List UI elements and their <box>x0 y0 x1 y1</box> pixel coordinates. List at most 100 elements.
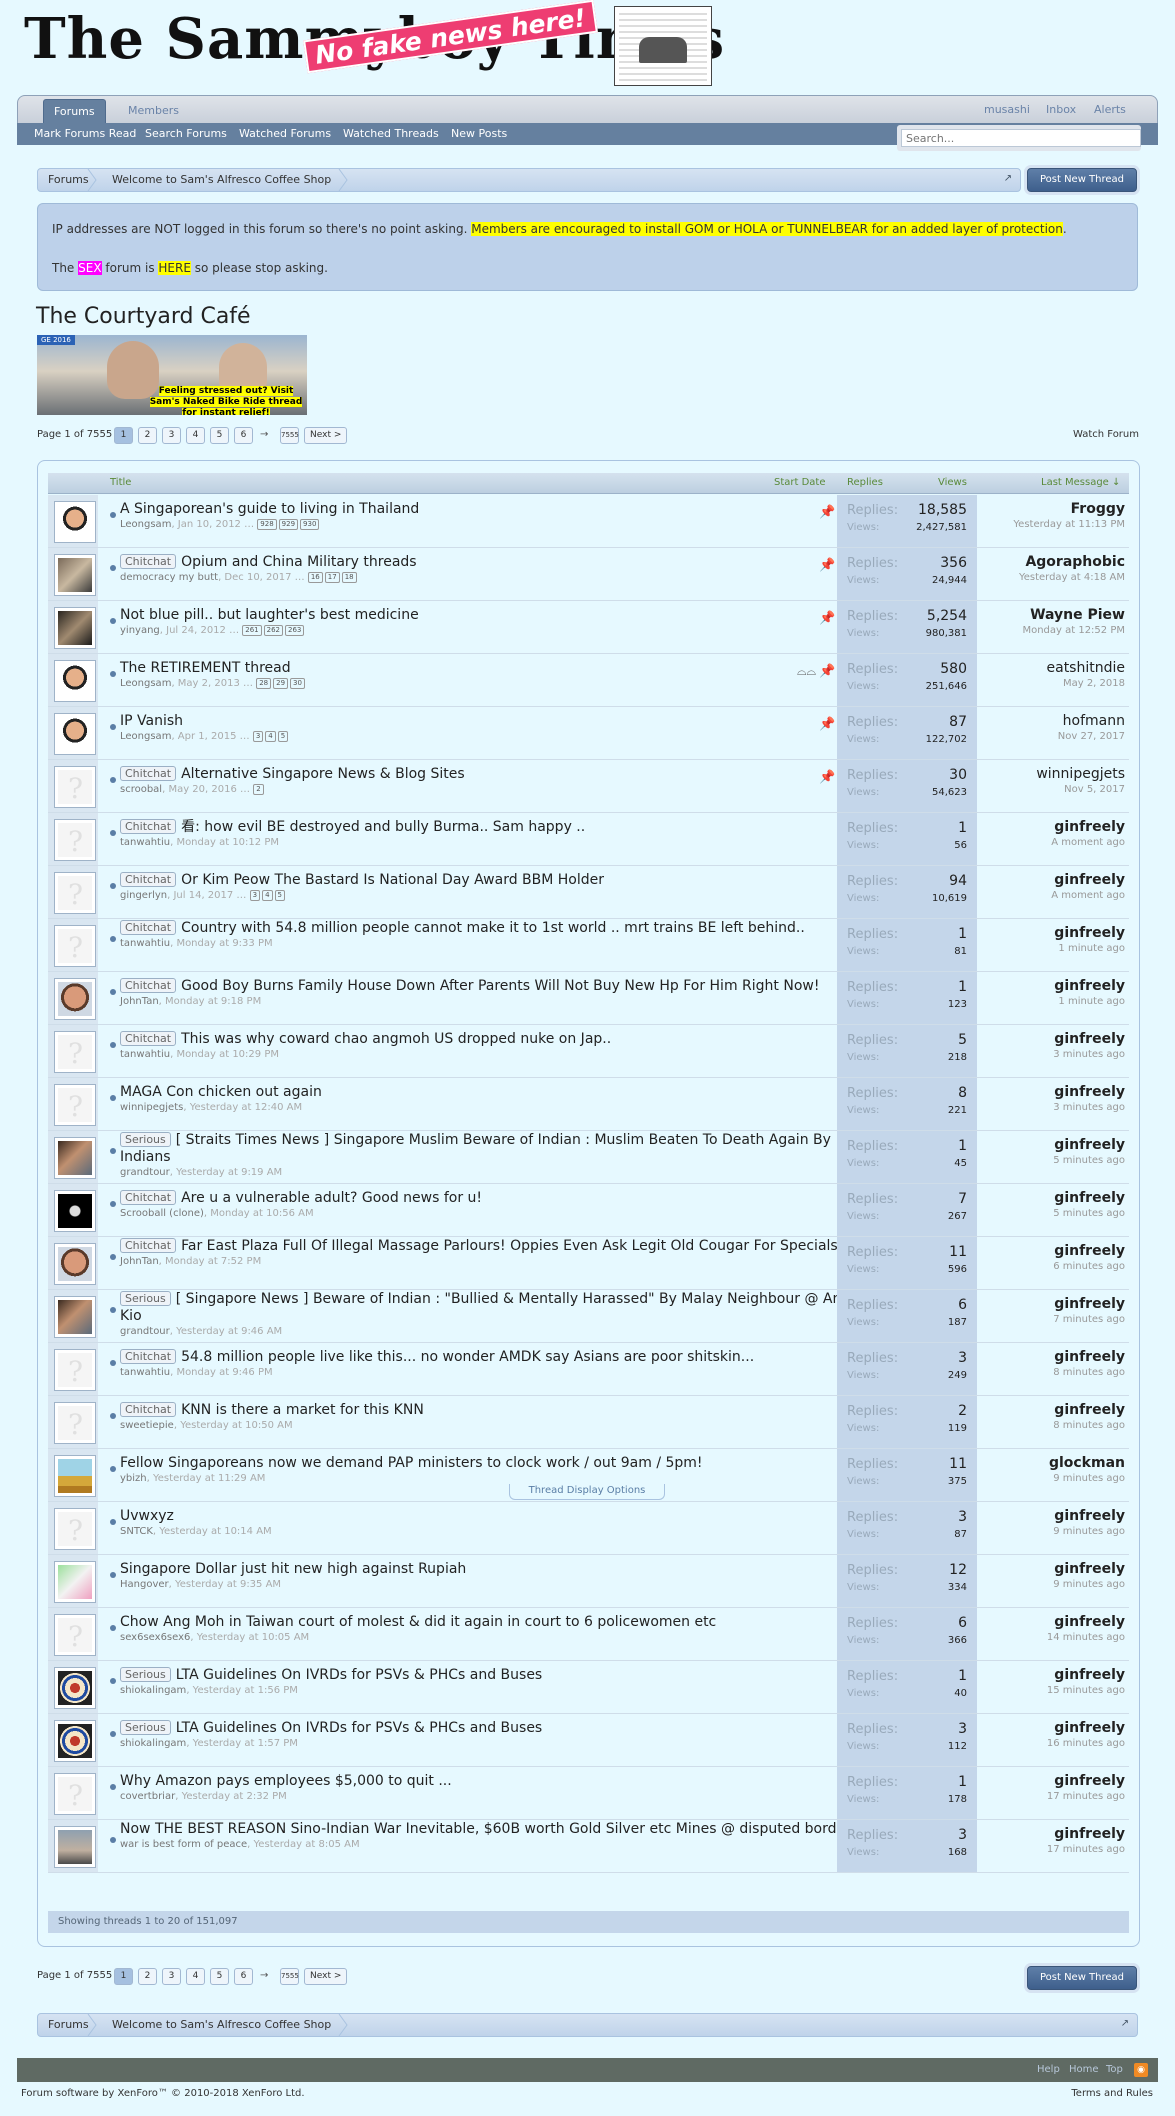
avatar[interactable] <box>54 1508 96 1550</box>
thread-title-link[interactable]: [ Straits Times News ] Singapore Muslim … <box>120 1132 831 1165</box>
thread-page-link[interactable]: 4 <box>265 731 276 742</box>
thread-row[interactable]: Chitchat This was why coward chao angmoh … <box>48 1025 1129 1078</box>
thread-start-date[interactable]: Yesterday at 1:57 PM <box>193 1738 298 1749</box>
thread-page-link[interactable]: 2 <box>253 784 264 795</box>
thread-row[interactable]: Chitchat KNN is there a market for this K… <box>48 1396 1129 1449</box>
thread-title-link[interactable]: Are u a vulnerable adult? Good news for … <box>181 1190 482 1206</box>
last-poster-link[interactable]: ginfreely <box>985 1720 1125 1737</box>
thread-title-link[interactable]: 54.8 million people live like this... no… <box>181 1349 754 1365</box>
avatar[interactable] <box>54 1296 96 1338</box>
thread-prefix-badge[interactable]: Chitchat <box>120 1031 177 1046</box>
avatar[interactable] <box>54 1190 96 1232</box>
thread-author-link[interactable]: Hangover <box>120 1579 169 1590</box>
thread-author-link[interactable]: tanwahtiu <box>120 938 170 949</box>
page-link[interactable]: 1 <box>114 1968 133 1985</box>
next-page-link[interactable]: Next > <box>304 1968 348 1985</box>
thread-start-date[interactable]: Jul 24, 2012 <box>166 625 226 636</box>
thread-title-link[interactable]: Now THE BEST REASON Sino-Indian War Inev… <box>120 1821 857 1837</box>
thread-page-link[interactable]: 928 <box>257 519 277 530</box>
rss-icon[interactable]: ◉ <box>1134 2063 1148 2077</box>
last-post-time-link[interactable]: 9 minutes ago <box>985 1525 1125 1539</box>
thread-title-link[interactable]: Alternative Singapore News & Blog Sites <box>181 766 465 782</box>
tab-members[interactable]: Members <box>118 99 189 123</box>
last-post-time-link[interactable]: 14 minutes ago <box>985 1631 1125 1645</box>
page-link-last[interactable]: 7555 <box>280 1968 299 1985</box>
avatar[interactable] <box>54 554 96 596</box>
page-link[interactable]: 5 <box>210 1968 229 1985</box>
thread-row[interactable]: The RETIREMENT thread Leongsam, May 2, 20… <box>48 654 1129 707</box>
thread-author-link[interactable]: democracy my butt <box>120 572 218 583</box>
thread-author-link[interactable]: sweetiepie <box>120 1420 174 1431</box>
breadcrumb-coffee-shop[interactable]: Welcome to Sam's Alfresco Coffee Shop <box>112 169 331 191</box>
thread-author-link[interactable]: Leongsam <box>120 731 171 742</box>
thread-author-link[interactable]: covertbriar <box>120 1791 175 1802</box>
thread-title-link[interactable]: A Singaporean's guide to living in Thail… <box>120 501 419 517</box>
thread-page-link[interactable]: 30 <box>290 678 305 689</box>
thread-start-date[interactable]: Jan 10, 2012 <box>178 519 241 530</box>
thread-row[interactable]: Chitchat 看: how evil BE destroyed and bul… <box>48 813 1129 866</box>
thread-prefix-badge[interactable]: Serious <box>120 1667 171 1682</box>
thread-author-link[interactable]: winnipegjets <box>120 1102 183 1113</box>
thread-row[interactable]: Singapore Dollar just hit new high again… <box>48 1555 1129 1608</box>
thread-start-date[interactable]: Yesterday at 9:35 AM <box>175 1579 281 1590</box>
post-new-thread-button-top[interactable]: Post New Thread <box>1027 168 1137 192</box>
thread-row[interactable]: Chitchat Far East Plaza Full Of Illegal M… <box>48 1237 1129 1290</box>
thread-prefix-badge[interactable]: Serious <box>120 1720 171 1735</box>
thread-title-link[interactable]: Far East Plaza Full Of Illegal Massage P… <box>181 1238 843 1254</box>
thread-row[interactable]: Serious[ Straits Times News ] Singapore … <box>48 1131 1129 1184</box>
last-poster-link[interactable]: ginfreely <box>985 1773 1125 1790</box>
last-poster-link[interactable]: ginfreely <box>985 1031 1125 1048</box>
thread-page-link[interactable]: 18 <box>341 572 357 583</box>
avatar[interactable] <box>54 1773 96 1815</box>
sort-views[interactable]: Views <box>938 473 967 493</box>
last-post-time-link[interactable]: 6 minutes ago <box>985 1260 1125 1274</box>
thread-title-link[interactable]: Uvwxyz <box>120 1508 174 1524</box>
thread-prefix-badge[interactable]: Chitchat <box>120 1402 177 1417</box>
thread-row[interactable]: Chitchat 54.8 million people live like th… <box>48 1343 1129 1396</box>
avatar[interactable] <box>54 1455 96 1497</box>
avatar[interactable] <box>54 1031 96 1073</box>
thread-start-date[interactable]: Monday at 10:12 PM <box>176 837 279 848</box>
thread-author-link[interactable]: JohnTan <box>120 996 159 1007</box>
thread-start-date[interactable]: Monday at 9:33 PM <box>176 938 272 949</box>
last-post-time-link[interactable]: A moment ago <box>985 889 1125 903</box>
last-poster-link[interactable]: ginfreely <box>985 819 1125 836</box>
account-username-link[interactable]: musashi <box>984 96 1030 123</box>
thread-prefix-badge[interactable]: Serious <box>120 1291 171 1306</box>
thread-row[interactable]: Not blue pill.. but laughter's best medi… <box>48 601 1129 654</box>
thread-title-link[interactable]: MAGA Con chicken out again <box>120 1084 322 1100</box>
avatar[interactable] <box>54 1614 96 1656</box>
last-post-time-link[interactable]: 9 minutes ago <box>985 1472 1125 1486</box>
tab-forums[interactable]: Forums <box>43 99 106 124</box>
page-link[interactable]: 4 <box>186 427 205 444</box>
thread-start-date[interactable]: Yesterday at 10:14 AM <box>159 1526 271 1537</box>
thread-start-date[interactable]: Jul 14, 2017 <box>173 890 233 901</box>
breadcrumb-forums[interactable]: Forums <box>48 2014 89 2036</box>
thread-title-link[interactable]: Chow Ang Moh in Taiwan court of molest &… <box>120 1614 716 1630</box>
last-poster-link[interactable]: ginfreely <box>985 1826 1125 1843</box>
sort-replies[interactable]: Replies <box>847 473 883 493</box>
forum-banner[interactable]: GE 2016 Feeling stressed out? Visit Sam'… <box>37 335 307 415</box>
thread-page-link[interactable]: 17 <box>324 572 340 583</box>
thread-row[interactable]: Serious LTA Guidelines On IVRDs for PSVs … <box>48 1714 1129 1767</box>
thread-page-link[interactable]: 263 <box>285 625 305 636</box>
last-post-time-link[interactable]: 1 minute ago <box>985 942 1125 956</box>
thread-prefix-badge[interactable]: Chitchat <box>120 819 177 834</box>
last-poster-link[interactable]: ginfreely <box>985 1243 1125 1260</box>
page-link[interactable]: 3 <box>162 427 181 444</box>
thread-prefix-badge[interactable]: Chitchat <box>120 872 177 887</box>
last-poster-link[interactable]: winnipegjets <box>985 766 1125 783</box>
page-link[interactable]: 3 <box>162 1968 181 1985</box>
thread-start-date[interactable]: Yesterday at 1:56 PM <box>193 1685 298 1696</box>
thread-row[interactable]: Chitchat Opium and China Military threads… <box>48 548 1129 601</box>
last-poster-link[interactable]: Wayne Piew <box>985 607 1125 624</box>
search-forums-link[interactable]: Search Forums <box>145 123 227 145</box>
thread-author-link[interactable]: SNTCK <box>120 1526 153 1537</box>
last-post-time-link[interactable]: 9 minutes ago <box>985 1578 1125 1592</box>
page-link[interactable]: 2 <box>138 1968 157 1985</box>
thread-author-link[interactable]: grandtour <box>120 1326 170 1337</box>
thread-start-date[interactable]: Yesterday at 10:50 AM <box>180 1420 292 1431</box>
avatar[interactable] <box>54 1667 96 1709</box>
thread-title-link[interactable]: [ Singapore News ] Beware of Indian : "B… <box>120 1291 875 1324</box>
page-link[interactable]: 2 <box>138 427 157 444</box>
